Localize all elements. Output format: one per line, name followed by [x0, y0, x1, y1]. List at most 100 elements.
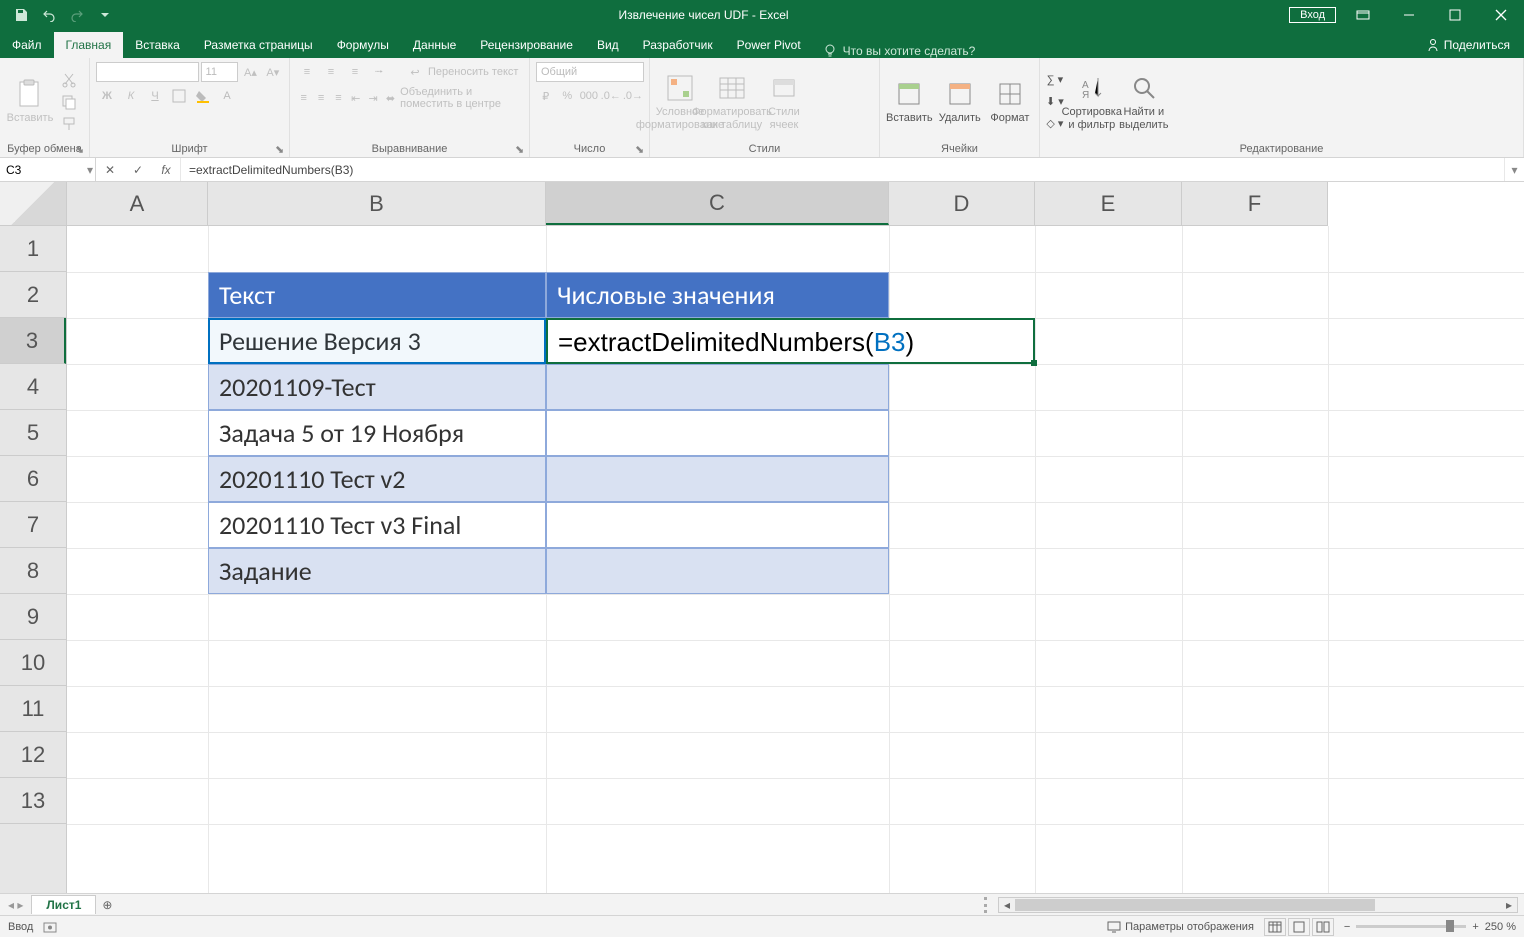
- autosum-icon[interactable]: ∑ ▾: [1046, 70, 1064, 90]
- split-handle[interactable]: [984, 897, 992, 913]
- column-header[interactable]: E: [1035, 182, 1182, 225]
- row-header[interactable]: 9: [0, 594, 66, 640]
- horizontal-scrollbar[interactable]: ◂ ▸: [998, 897, 1518, 913]
- add-sheet-icon[interactable]: ⊕: [96, 898, 118, 912]
- row-header[interactable]: 3: [0, 318, 66, 364]
- bold-button[interactable]: Ж: [96, 86, 118, 106]
- ribbon-options-icon[interactable]: [1340, 0, 1386, 30]
- align-center-icon[interactable]: ≡: [313, 88, 328, 108]
- row-header[interactable]: 12: [0, 732, 66, 778]
- row-header[interactable]: 10: [0, 640, 66, 686]
- minimize-icon[interactable]: [1386, 0, 1432, 30]
- table-header[interactable]: Числовые значения: [546, 272, 889, 318]
- row-header[interactable]: 4: [0, 364, 66, 410]
- tab-data[interactable]: Данные: [401, 32, 468, 58]
- tab-review[interactable]: Рецензирование: [468, 32, 585, 58]
- format-cells-button[interactable]: Формат: [987, 62, 1033, 141]
- tab-file[interactable]: Файл: [0, 32, 54, 58]
- increase-font-icon[interactable]: A▴: [240, 62, 260, 82]
- number-launcher-icon[interactable]: ⬊: [635, 143, 647, 155]
- column-header[interactable]: C: [546, 182, 889, 225]
- zoom-slider[interactable]: [1356, 925, 1466, 928]
- find-select-button[interactable]: Найти и выделить: [1120, 62, 1168, 141]
- font-launcher-icon[interactable]: ⬊: [275, 143, 287, 155]
- row-header[interactable]: 7: [0, 502, 66, 548]
- table-cell[interactable]: Задача 5 от 19 Ноября: [208, 410, 546, 456]
- cell-styles-button[interactable]: Стили ячеек: [760, 62, 808, 141]
- merge-icon[interactable]: ⬌: [383, 88, 398, 108]
- column-header[interactable]: A: [67, 182, 208, 225]
- align-left-icon[interactable]: ≡: [296, 88, 311, 108]
- table-cell[interactable]: Решение Версия 3: [208, 318, 546, 364]
- table-cell[interactable]: [546, 364, 889, 410]
- cells-area[interactable]: ТекстЧисловые значенияРешение Версия 320…: [67, 226, 1524, 893]
- page-layout-view-icon[interactable]: [1288, 918, 1310, 936]
- sheet-nav[interactable]: ◂ ▸: [0, 898, 31, 912]
- undo-icon[interactable]: [36, 3, 62, 27]
- row-header[interactable]: 8: [0, 548, 66, 594]
- tab-view[interactable]: Вид: [585, 32, 631, 58]
- percent-icon[interactable]: %: [558, 86, 578, 106]
- number-format-combo[interactable]: Общий: [536, 62, 644, 82]
- tab-home[interactable]: Главная: [54, 32, 124, 58]
- align-top-icon[interactable]: ≡: [296, 62, 318, 82]
- select-all-corner[interactable]: [0, 182, 67, 226]
- table-cell[interactable]: 20201110 Тест v2: [208, 456, 546, 502]
- zoom-in-icon[interactable]: +: [1472, 921, 1478, 933]
- macro-record-icon[interactable]: [43, 920, 57, 934]
- share-button[interactable]: Поделиться: [1412, 32, 1524, 58]
- comma-icon[interactable]: 000: [579, 86, 599, 106]
- indent-dec-icon[interactable]: ⇤: [348, 88, 363, 108]
- table-cell[interactable]: 20201109-Тест: [208, 364, 546, 410]
- tab-insert[interactable]: Вставка: [123, 32, 192, 58]
- cancel-formula-icon[interactable]: ✕: [96, 163, 124, 177]
- format-as-table-button[interactable]: Форматировать как таблицу: [708, 62, 756, 141]
- row-header[interactable]: 5: [0, 410, 66, 456]
- format-painter-icon[interactable]: [58, 114, 80, 134]
- inc-decimal-icon[interactable]: .0←: [601, 86, 621, 106]
- fx-icon[interactable]: fx: [152, 163, 180, 177]
- font-color-icon[interactable]: A: [216, 86, 238, 106]
- normal-view-icon[interactable]: [1264, 918, 1286, 936]
- sort-filter-button[interactable]: AЯ Сортировка и фильтр: [1068, 62, 1116, 141]
- sheet-tab[interactable]: Лист1: [31, 895, 96, 914]
- scroll-thumb[interactable]: [1015, 899, 1375, 911]
- column-header[interactable]: B: [208, 182, 546, 225]
- row-header[interactable]: 2: [0, 272, 66, 318]
- zoom-out-icon[interactable]: −: [1344, 921, 1350, 933]
- expand-formula-bar-icon[interactable]: ▾: [1504, 158, 1524, 181]
- delete-cells-button[interactable]: Удалить: [937, 62, 983, 141]
- qat-customize-icon[interactable]: [92, 3, 118, 27]
- display-settings-button[interactable]: Параметры отображения: [1107, 921, 1254, 933]
- table-cell[interactable]: [546, 548, 889, 594]
- row-headers[interactable]: 12345678910111213: [0, 226, 67, 893]
- wrap-text-icon[interactable]: ↩: [404, 62, 426, 82]
- maximize-icon[interactable]: [1432, 0, 1478, 30]
- redo-icon[interactable]: [64, 3, 90, 27]
- italic-button[interactable]: К: [120, 86, 142, 106]
- tab-layout[interactable]: Разметка страницы: [192, 32, 325, 58]
- active-cell-editor[interactable]: =extractDelimitedNumbers(B3): [546, 318, 1035, 364]
- close-icon[interactable]: [1478, 0, 1524, 30]
- sign-in-button[interactable]: Вход: [1289, 7, 1336, 23]
- row-header[interactable]: 6: [0, 456, 66, 502]
- font-name-combo[interactable]: [96, 62, 199, 82]
- cut-icon[interactable]: [58, 70, 80, 90]
- name-box[interactable]: C3 ▾: [0, 158, 96, 181]
- tell-me-search[interactable]: Что вы хотите сделать?: [813, 44, 986, 58]
- table-cell[interactable]: [546, 410, 889, 456]
- table-cell[interactable]: [546, 502, 889, 548]
- table-cell[interactable]: Задание: [208, 548, 546, 594]
- save-icon[interactable]: [8, 3, 34, 27]
- fill-color-icon[interactable]: [192, 86, 214, 106]
- page-break-view-icon[interactable]: [1312, 918, 1334, 936]
- paste-button[interactable]: Вставить: [6, 62, 54, 141]
- copy-icon[interactable]: [58, 92, 80, 112]
- formula-input[interactable]: =extractDelimitedNumbers(B3): [181, 158, 1504, 181]
- table-header[interactable]: Текст: [208, 272, 546, 318]
- row-header[interactable]: 13: [0, 778, 66, 824]
- column-header[interactable]: F: [1182, 182, 1328, 225]
- clipboard-launcher-icon[interactable]: ⬊: [75, 143, 87, 155]
- chevron-down-icon[interactable]: ▾: [87, 163, 93, 177]
- tab-formulas[interactable]: Формулы: [325, 32, 401, 58]
